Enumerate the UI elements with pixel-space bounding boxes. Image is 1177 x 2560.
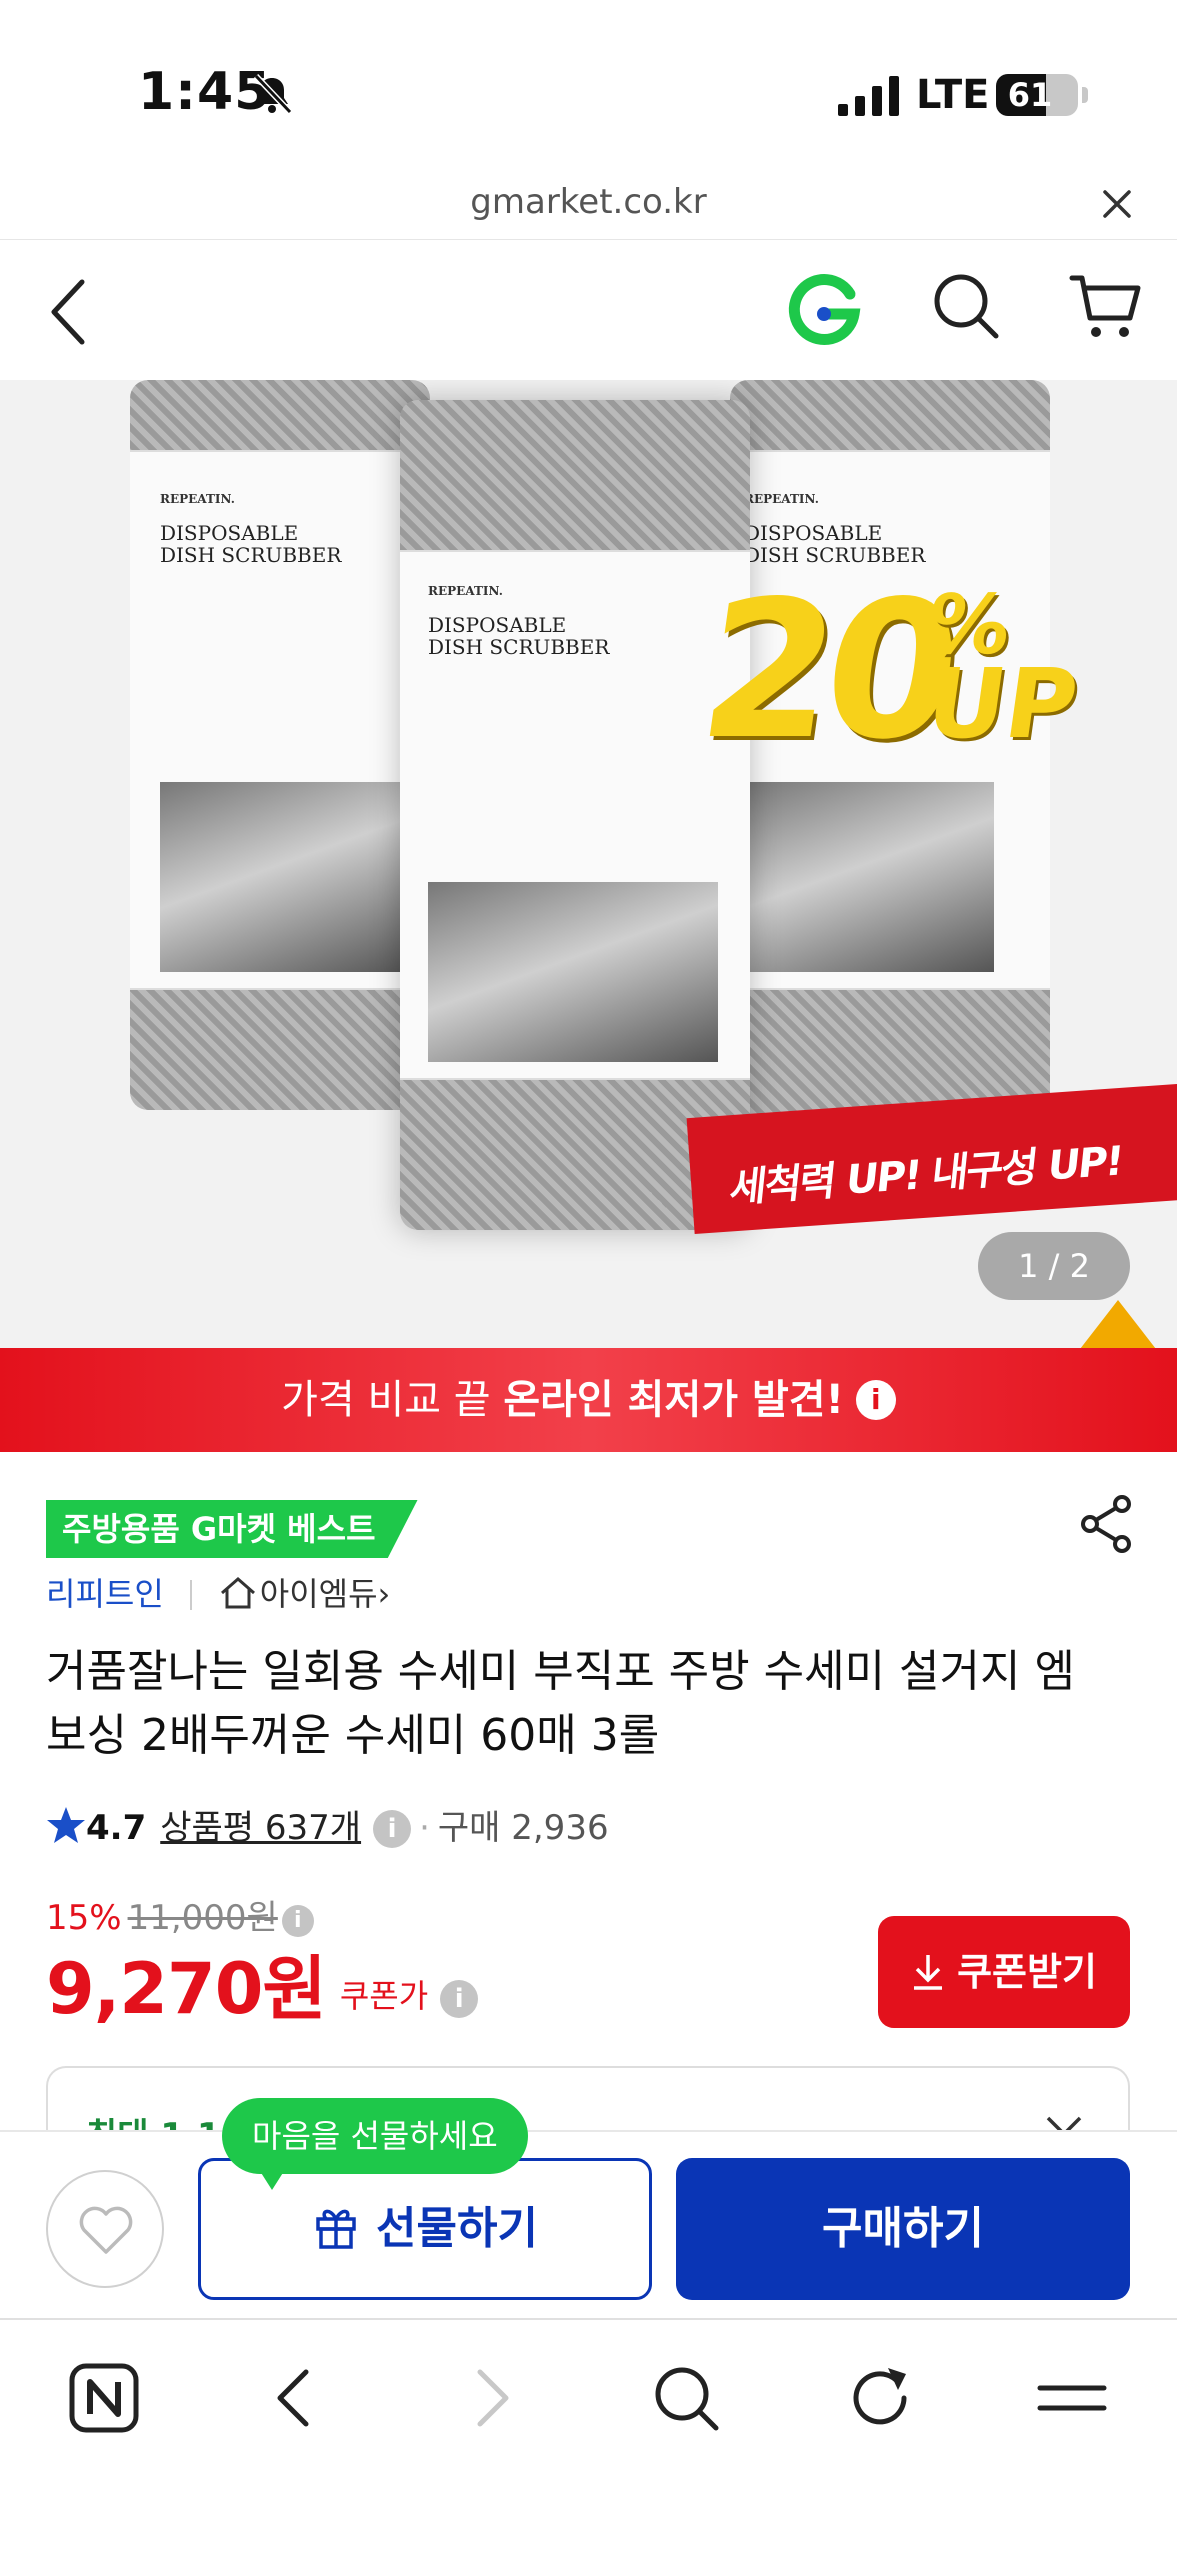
- best-badge[interactable]: 주방용품 G마켓 베스트: [46, 1500, 418, 1558]
- home-icon[interactable]: [218, 1575, 258, 1611]
- roll-title-center-1: DISPOSABLE: [428, 613, 567, 637]
- gift-icon: [316, 2209, 356, 2249]
- naver-icon[interactable]: [66, 2360, 142, 2436]
- lowest-price-banner[interactable]: 가격 비교 끝 온라인 최저가 발견! i: [0, 1348, 1177, 1452]
- cart-icon[interactable]: [1068, 268, 1144, 344]
- wishlist-button[interactable]: [46, 2170, 164, 2288]
- roll-photo-left: [160, 782, 410, 972]
- get-coupon-label: 쿠폰받기: [957, 1950, 1097, 1994]
- search-icon[interactable]: [648, 2360, 724, 2436]
- purchase-bar: 선물하기 구매하기: [0, 2130, 1177, 2318]
- review-info-icon[interactable]: i: [373, 1810, 412, 1848]
- roll-brand-center: REPEATIN.: [428, 584, 503, 598]
- browser-toolbar: [0, 2318, 1177, 2560]
- download-icon: [914, 1955, 943, 1990]
- roll-title-center-2: DISH SCRUBBER: [428, 635, 610, 659]
- roll-title-right-1: DISPOSABLE: [744, 521, 883, 545]
- coupon-info-icon[interactable]: i: [440, 1980, 479, 2018]
- battery-indicator: 61: [996, 74, 1078, 116]
- back-arrow-icon[interactable]: [258, 2360, 334, 2436]
- info-icon[interactable]: i: [855, 1380, 896, 1420]
- discount-rate: 15%: [46, 1898, 122, 1938]
- price-info-icon[interactable]: i: [281, 1905, 314, 1937]
- search-icon[interactable]: [930, 270, 1002, 342]
- brand-link[interactable]: 리피트인: [46, 1575, 164, 1613]
- url-text[interactable]: gmarket.co.kr: [0, 182, 1177, 222]
- original-price: 11,000원: [127, 1898, 278, 1938]
- close-icon[interactable]: [1099, 186, 1135, 222]
- banner-text-bold: 온라인 최저가 발견!: [503, 1377, 844, 1423]
- coupon-price-label: 쿠폰가: [339, 1977, 429, 2015]
- dot-separator: ·: [419, 1808, 430, 1848]
- review-count-link[interactable]: 상품평 637개: [160, 1808, 361, 1848]
- roll-photo-center: [428, 882, 718, 1062]
- sale-price: 9,270원: [46, 1948, 327, 2030]
- product-title: 거품잘나는 일회용 수세미 부직포 주방 수세미 설거지 엠보싱 2배두꺼운 수…: [46, 1646, 1075, 1761]
- sale-price-row: 9,270원 쿠폰가 i: [46, 1944, 479, 2034]
- shop-link[interactable]: 아이엠듀: [260, 1575, 378, 1613]
- seller-row: 리피트인 아이엠듀›: [46, 1570, 390, 1618]
- original-price-row: 15% 11,000원 i: [46, 1892, 314, 1944]
- product-roll-center: REPEATIN. DISPOSABLE DISH SCRUBBER: [400, 400, 750, 1230]
- divider: [189, 1580, 192, 1610]
- menu-icon[interactable]: [1034, 2360, 1110, 2436]
- roll-photo-right: [744, 782, 994, 972]
- roll-brand-right: REPEATIN.: [744, 492, 819, 506]
- image-pager: 1 / 2: [978, 1232, 1130, 1300]
- roll-title-left-2: DISH SCRUBBER: [160, 543, 342, 567]
- gift-tooltip-tail: [258, 2168, 286, 2190]
- url-bar[interactable]: gmarket.co.kr: [0, 180, 1177, 240]
- roll-brand-left: REPEATIN.: [160, 492, 235, 506]
- roll-title-left-1: DISPOSABLE: [160, 521, 299, 545]
- heart-icon: [79, 2206, 133, 2254]
- share-icon[interactable]: [1078, 1494, 1134, 1554]
- signal-icon: [838, 76, 899, 116]
- gift-tooltip: 마음을 선물하세요: [222, 2098, 528, 2174]
- banner-text-normal: 가격 비교 끝: [281, 1377, 504, 1423]
- back-icon[interactable]: [46, 276, 92, 348]
- battery-level: 61: [1007, 76, 1053, 114]
- shop-chevron-icon[interactable]: ›: [378, 1575, 391, 1613]
- app-header: [0, 240, 1177, 380]
- gift-button-label: 선물하기: [376, 2203, 538, 2254]
- refresh-icon[interactable]: [842, 2360, 918, 2436]
- rating-value: 4.7: [86, 1808, 147, 1848]
- get-coupon-button[interactable]: 쿠폰받기: [878, 1916, 1130, 2028]
- roll-label-center: REPEATIN. DISPOSABLE DISH SCRUBBER: [400, 550, 750, 1080]
- purchase-count: 구매 2,936: [437, 1808, 609, 1848]
- promo-arrow-icon: [1080, 1300, 1156, 1348]
- roll-label-left: REPEATIN. DISPOSABLE DISH SCRUBBER: [130, 450, 430, 990]
- battery-tip: [1082, 87, 1088, 103]
- product-roll-left: REPEATIN. DISPOSABLE DISH SCRUBBER: [130, 380, 430, 1110]
- gmarket-logo[interactable]: [786, 270, 862, 346]
- star-icon: [47, 1807, 85, 1843]
- rating-row: 4.7 상품평 637개 i · 구매 2,936: [46, 1800, 609, 1856]
- network-type: LTE: [916, 72, 990, 118]
- bell-off-icon: [253, 73, 293, 115]
- promo-up: UP: [920, 648, 1085, 760]
- forward-arrow-icon[interactable]: [452, 2360, 528, 2436]
- status-bar: 1:45 LTE 61: [0, 0, 1177, 180]
- buy-button[interactable]: 구매하기: [676, 2158, 1130, 2300]
